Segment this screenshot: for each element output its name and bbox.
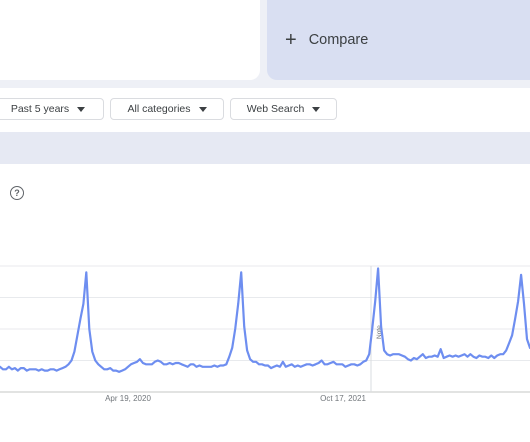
section-band [0,132,530,164]
x-tick-label: Apr 19, 2020 [105,394,151,403]
search-type-dropdown[interactable]: Web Search [230,98,337,120]
compare-label: Compare [308,32,369,48]
category-label: All categories [127,103,191,115]
compare-button[interactable]: + Compare [267,0,530,80]
caret-down-icon [77,106,86,112]
interest-chart: Note Apr 19, 2020 Oct 17, 2021 [0,265,530,403]
time-range-dropdown[interactable]: Past 5 years [0,98,104,120]
time-range-label: Past 5 years [10,103,70,115]
series-line [0,267,530,373]
caret-down-icon [198,106,207,112]
search-term-card[interactable] [0,0,260,80]
filter-bar: Past 5 years All categories Web Search [0,88,530,132]
caret-down-icon [312,106,321,112]
x-tick-label: Oct 17, 2021 [320,394,366,403]
category-dropdown[interactable]: All categories [110,98,224,120]
search-type-label: Web Search [246,103,305,115]
plus-icon: + [285,29,297,51]
